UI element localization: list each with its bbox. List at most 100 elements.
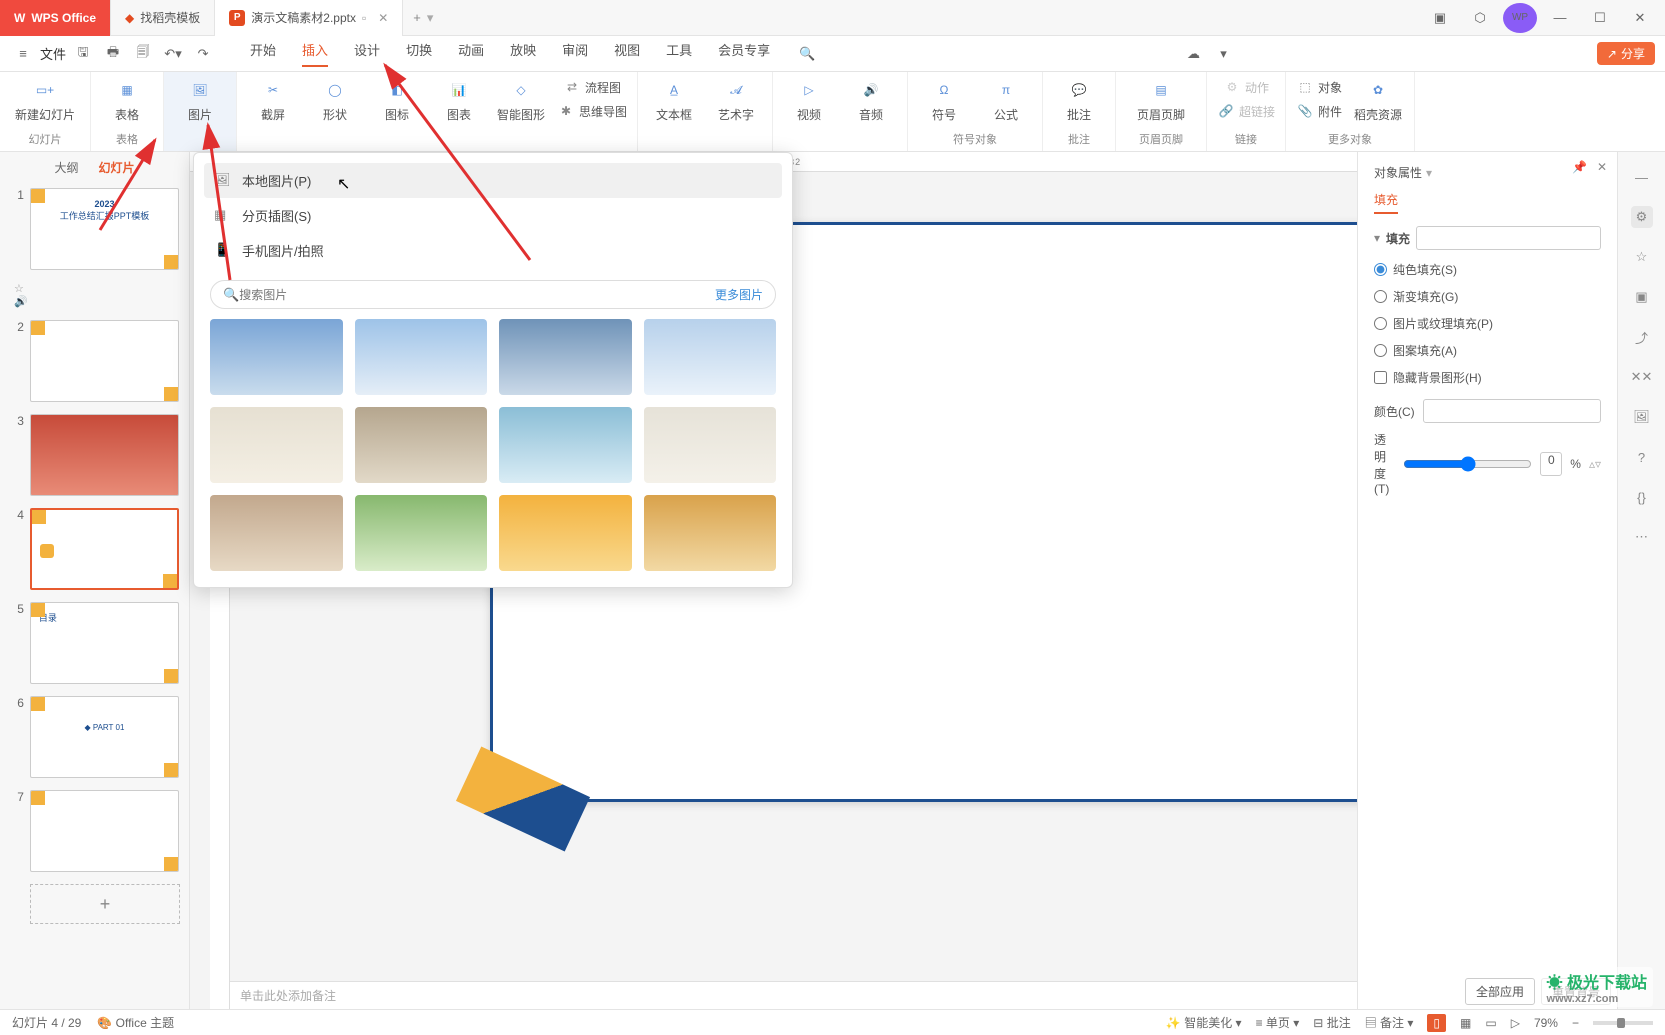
menu-slideshow[interactable]: 放映 [510,40,536,67]
rail-brace-icon[interactable]: {} [1631,486,1653,508]
section-fill[interactable]: 填充 [1386,230,1410,247]
share-button[interactable]: ↗分享 [1597,42,1655,65]
file-menu[interactable]: 文件 [40,44,66,63]
stock-image[interactable] [644,319,777,395]
video-button[interactable]: ▷视频 [783,76,835,123]
notes-area[interactable]: 单击此处添加备注 [230,981,1357,1009]
redo-icon[interactable]: ↷ [190,41,216,67]
thumb-2[interactable] [30,320,179,402]
undo-icon[interactable]: ↶▾ [160,41,186,67]
template-tab[interactable]: ◆找稻壳模板 [111,0,215,36]
thumb-1[interactable]: 2023工作总结汇报PPT模板 [30,188,179,270]
add-slide-button[interactable]: + [30,884,180,924]
stock-image[interactable] [355,319,488,395]
mindmap-button[interactable]: ✱思维导图 [557,100,627,122]
menu-transition[interactable]: 切换 [406,40,432,67]
radio-gradient[interactable]: 渐变填充(G) [1374,283,1601,310]
close-window-icon[interactable]: ✕ [1623,3,1657,33]
wordart-button[interactable]: 𝓐艺术字 [710,76,762,123]
stock-image[interactable] [644,407,777,483]
check-hidebg[interactable]: 隐藏背景图形(H) [1374,364,1601,391]
more-images-link[interactable]: 更多图片 [715,286,763,303]
menu-design[interactable]: 设计 [354,40,380,67]
menu-member[interactable]: 会员专享 [718,40,770,67]
thumbnail-list[interactable]: 12023工作总结汇报PPT模板 ☆🔊 2 3 4 5目录 6◆ PART 01… [0,182,189,930]
tab-menu-icon[interactable]: ▫ [362,11,366,25]
screenshot-button[interactable]: ✂截屏 [247,76,299,123]
new-slide-button[interactable]: ▭+新建幻灯片 [10,76,80,123]
panel-icon[interactable]: ▣ [1423,3,1457,33]
new-tab-button[interactable]: +▾ [403,10,443,26]
stock-image[interactable] [355,407,488,483]
resources-button[interactable]: ✿稻壳资源 [1352,76,1404,123]
comments-toggle[interactable]: ⊟ 批注 [1313,1014,1350,1031]
stock-image[interactable] [499,495,632,571]
shapes-button[interactable]: ◯形状 [309,76,361,123]
thumb-4[interactable] [30,508,179,590]
thumb-6[interactable]: ◆ PART 01 [30,696,179,778]
apply-all-button[interactable]: 全部应用 [1465,978,1535,1005]
notes-toggle[interactable]: ▤ 备注 ▾ [1365,1014,1414,1031]
symbol-button[interactable]: Ω符号 [918,76,970,123]
stock-image[interactable] [210,495,343,571]
view-slideshow-icon[interactable]: ▷ [1511,1016,1520,1030]
audio-button[interactable]: 🔊音频 [845,76,897,123]
maximize-icon[interactable]: ☐ [1583,3,1617,33]
search-icon[interactable]: 🔍 [794,41,820,67]
beautify-button[interactable]: ✨ 智能美化 ▾ [1166,1014,1242,1031]
radio-solid[interactable]: 纯色填充(S) [1374,256,1601,283]
thumb-7[interactable] [30,790,179,872]
popup-local-image[interactable]: 🖼本地图片(P) [204,163,782,198]
print-preview-icon[interactable]: 🗐 [130,41,156,67]
flowchart-button[interactable]: ⇄流程图 [557,76,627,98]
popup-paged-image[interactable]: ▦分页插图(S) [204,198,782,233]
feedback-icon[interactable]: ☁ [1181,41,1207,67]
rail-collapse-icon[interactable]: — [1631,166,1653,188]
panel-tab-fill[interactable]: 填充 [1374,191,1398,214]
image-search-input[interactable] [239,288,707,302]
minimize-icon[interactable]: — [1543,3,1577,33]
tab-close-icon[interactable]: ✕ [378,11,388,25]
tab-outline[interactable]: 大纲 [54,159,78,176]
rail-animation-icon[interactable]: ⤴ [1631,326,1653,348]
attachment-button[interactable]: 📎附件 [1296,100,1342,122]
cube-icon[interactable]: ⬡ [1463,3,1497,33]
active-document-tab[interactable]: P 演示文稿素材2.pptx ▫ ✕ [215,0,403,36]
rail-more-icon[interactable]: ⋯ [1631,526,1653,548]
menu-start[interactable]: 开始 [250,40,276,67]
zoom-out-icon[interactable]: − [1572,1016,1579,1030]
menu-insert[interactable]: 插入 [302,40,328,67]
rail-image-icon[interactable]: 🖼 [1631,406,1653,428]
formula-button[interactable]: π公式 [980,76,1032,123]
collapse-ribbon-icon[interactable]: ▾ [1211,41,1237,67]
pin-icon[interactable]: 📌 [1572,160,1587,174]
menu-animation[interactable]: 动画 [458,40,484,67]
rail-layers-icon[interactable]: ▣ [1631,286,1653,308]
stock-image[interactable] [210,407,343,483]
stock-image[interactable] [499,319,632,395]
stock-image[interactable] [210,319,343,395]
chart-button[interactable]: 📊图表 [433,76,485,123]
headerfooter-button[interactable]: ▤页眉页脚 [1126,76,1196,123]
rail-star-icon[interactable]: ☆ [1631,246,1653,268]
zoom-slider[interactable] [1593,1021,1653,1025]
save-icon[interactable]: 🖫 [70,41,96,67]
view-normal-icon[interactable]: ▯ [1427,1014,1446,1032]
comment-button[interactable]: 💬批注 [1053,76,1105,123]
rail-settings-icon[interactable]: ⚙ [1631,206,1653,228]
table-button[interactable]: ▦表格 [101,76,153,123]
thumb-3[interactable] [30,414,179,496]
user-avatar[interactable]: WP [1503,3,1537,33]
popup-phone-image[interactable]: 📱手机图片/拍照 [204,233,782,268]
menu-view[interactable]: 视图 [614,40,640,67]
print-icon[interactable]: 🖶 [100,41,126,67]
stock-image[interactable] [499,407,632,483]
menu-review[interactable]: 审阅 [562,40,588,67]
fill-preset-select[interactable] [1416,226,1601,250]
color-select[interactable] [1423,399,1601,423]
close-panel-icon[interactable]: ✕ [1597,160,1607,174]
theme-indicator[interactable]: 🎨 Office 主题 [97,1014,174,1031]
view-sorter-icon[interactable]: ▦ [1460,1016,1471,1030]
view-reading-icon[interactable]: ▭ [1485,1016,1496,1030]
radio-pattern[interactable]: 图案填充(A) [1374,337,1601,364]
